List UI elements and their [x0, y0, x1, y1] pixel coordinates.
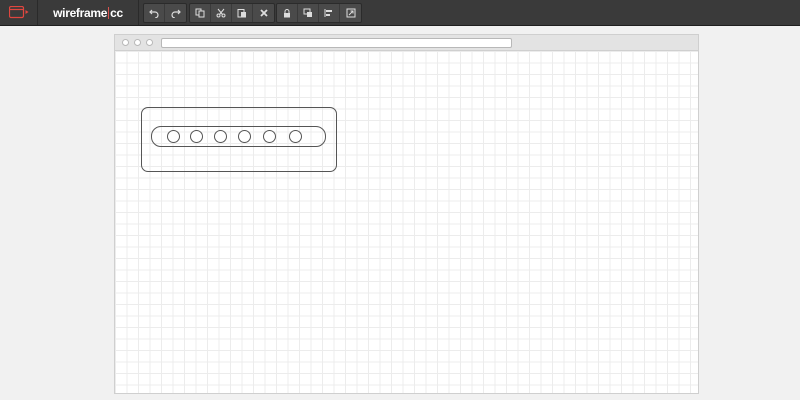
window-dot-close	[122, 39, 129, 46]
copy-button[interactable]	[190, 4, 211, 22]
app-brand: wireframe cc	[38, 0, 139, 25]
align-icon	[324, 9, 332, 17]
wireframe-rounded-box[interactable]	[141, 107, 337, 172]
lock-icon	[284, 9, 290, 18]
cut-icon	[216, 8, 226, 18]
history-group	[143, 3, 187, 23]
design-canvas[interactable]	[115, 51, 698, 393]
brand-separator	[108, 6, 110, 19]
menu-button[interactable]	[0, 0, 38, 25]
wireframe-circle[interactable]	[263, 130, 276, 143]
browser-titlebar	[115, 35, 698, 51]
brand-left-text: wireframe	[53, 5, 108, 20]
window-dot-minimize	[134, 39, 141, 46]
wireframe-circle[interactable]	[289, 130, 302, 143]
wireframe-circle[interactable]	[214, 130, 227, 143]
resize-button[interactable]	[340, 4, 361, 22]
window-dot-maximize	[146, 39, 153, 46]
paste-icon	[237, 9, 246, 18]
delete-icon	[259, 9, 268, 17]
lock-button[interactable]	[277, 4, 298, 22]
bring-to-front-button[interactable]	[298, 4, 319, 22]
redo-button[interactable]	[165, 4, 186, 22]
top-toolbar: wireframe cc	[0, 0, 800, 26]
delete-button[interactable]	[253, 4, 274, 22]
wireframe-circle[interactable]	[190, 130, 203, 143]
browser-mockup[interactable]	[114, 34, 699, 394]
wireframe-circle[interactable]	[167, 130, 180, 143]
paste-button[interactable]	[232, 4, 253, 22]
redo-icon	[170, 9, 181, 18]
browser-window-icon	[9, 6, 29, 19]
bring-to-front-icon	[303, 8, 312, 17]
undo-icon	[149, 9, 159, 18]
arrange-group	[276, 3, 362, 23]
resize-icon	[346, 8, 355, 18]
copy-icon	[195, 8, 205, 18]
url-bar[interactable]	[161, 38, 512, 48]
wireframe-pill[interactable]	[151, 126, 326, 147]
undo-button[interactable]	[144, 4, 165, 22]
brand-right-text: cc	[110, 5, 123, 20]
cut-button[interactable]	[211, 4, 232, 22]
edit-group	[189, 3, 275, 23]
wireframe-circle[interactable]	[238, 130, 251, 143]
align-button[interactable]	[319, 4, 340, 22]
